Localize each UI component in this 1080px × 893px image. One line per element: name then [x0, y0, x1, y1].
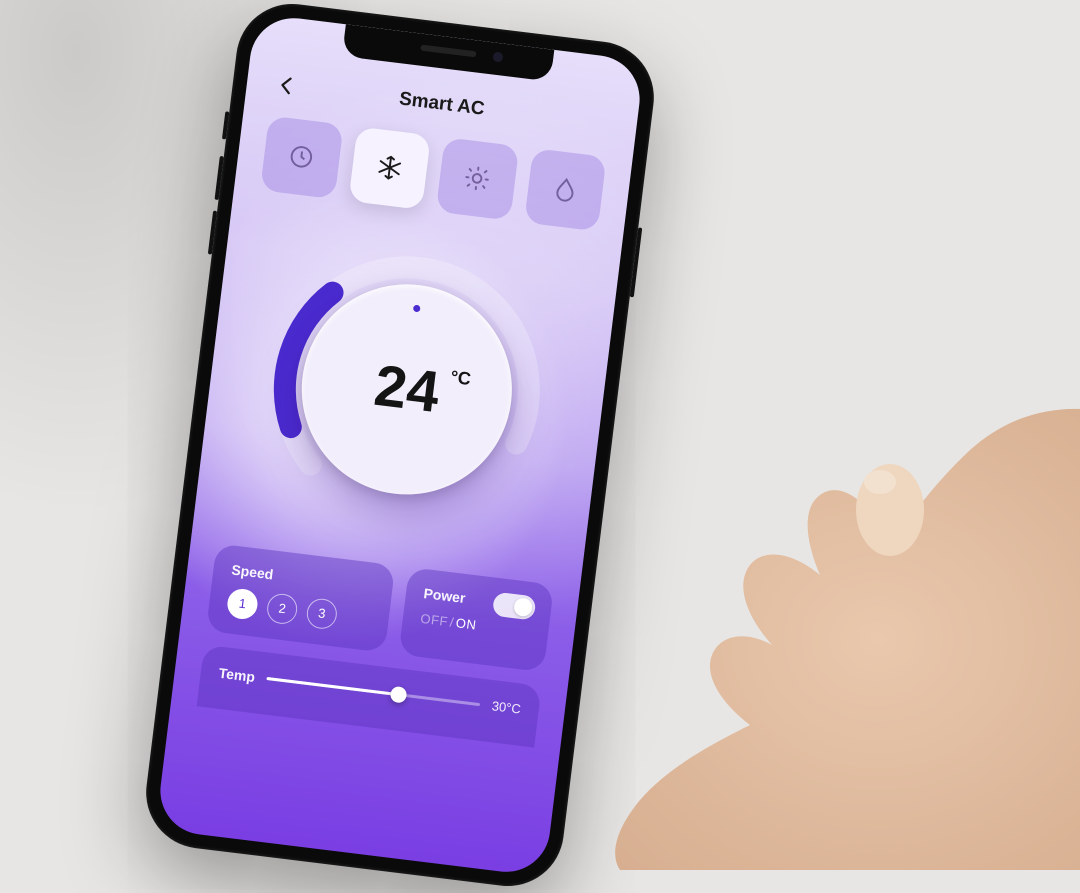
mode-cool[interactable]: [348, 126, 431, 209]
slider-fill: [267, 677, 399, 696]
speed-option-3[interactable]: 3: [305, 597, 338, 630]
temperature-dial[interactable]: 24 °C: [251, 233, 563, 545]
mode-humidity[interactable]: [524, 148, 607, 231]
temperature-unit: °C: [450, 367, 472, 387]
power-on-label: ON: [455, 615, 477, 632]
clock-icon: [287, 143, 316, 172]
speed-option-1[interactable]: 1: [226, 587, 259, 620]
dial-indicator-dot: [413, 304, 421, 312]
volume-down-button: [208, 210, 217, 254]
silence-switch: [222, 111, 229, 139]
slider-thumb[interactable]: [390, 685, 408, 703]
droplet-icon: [551, 175, 580, 204]
power-separator: /: [449, 614, 455, 629]
smart-ac-app: Smart AC: [155, 13, 644, 877]
speed-option-2[interactable]: 2: [265, 592, 298, 625]
snowflake-icon: [375, 153, 404, 182]
phone-screen: Smart AC: [155, 13, 644, 877]
temp-slider-row: Temp 30°C: [218, 662, 522, 719]
phone-frame: Smart AC: [140, 0, 660, 892]
dial-temperature-value: 24 °C: [371, 356, 442, 421]
temp-slider-max-label: 30°C: [491, 698, 522, 716]
temperature-number: 24: [371, 352, 443, 424]
power-off-label: OFF: [420, 610, 449, 628]
mode-row: [260, 116, 607, 231]
device-wrapper: Smart AC: [140, 0, 660, 892]
volume-up-button: [215, 156, 224, 200]
speed-panel: Speed 1 2 3: [206, 543, 395, 652]
sun-icon: [463, 164, 492, 193]
power-toggle[interactable]: [492, 591, 537, 620]
mode-sun[interactable]: [436, 137, 519, 220]
temp-slider-label: Temp: [218, 664, 256, 684]
power-panel: Power OFF/ON: [398, 566, 554, 671]
temp-slider[interactable]: [266, 668, 481, 714]
mode-timer[interactable]: [260, 116, 343, 199]
power-hw-button: [630, 227, 643, 297]
speed-options: 1 2 3: [226, 587, 372, 634]
